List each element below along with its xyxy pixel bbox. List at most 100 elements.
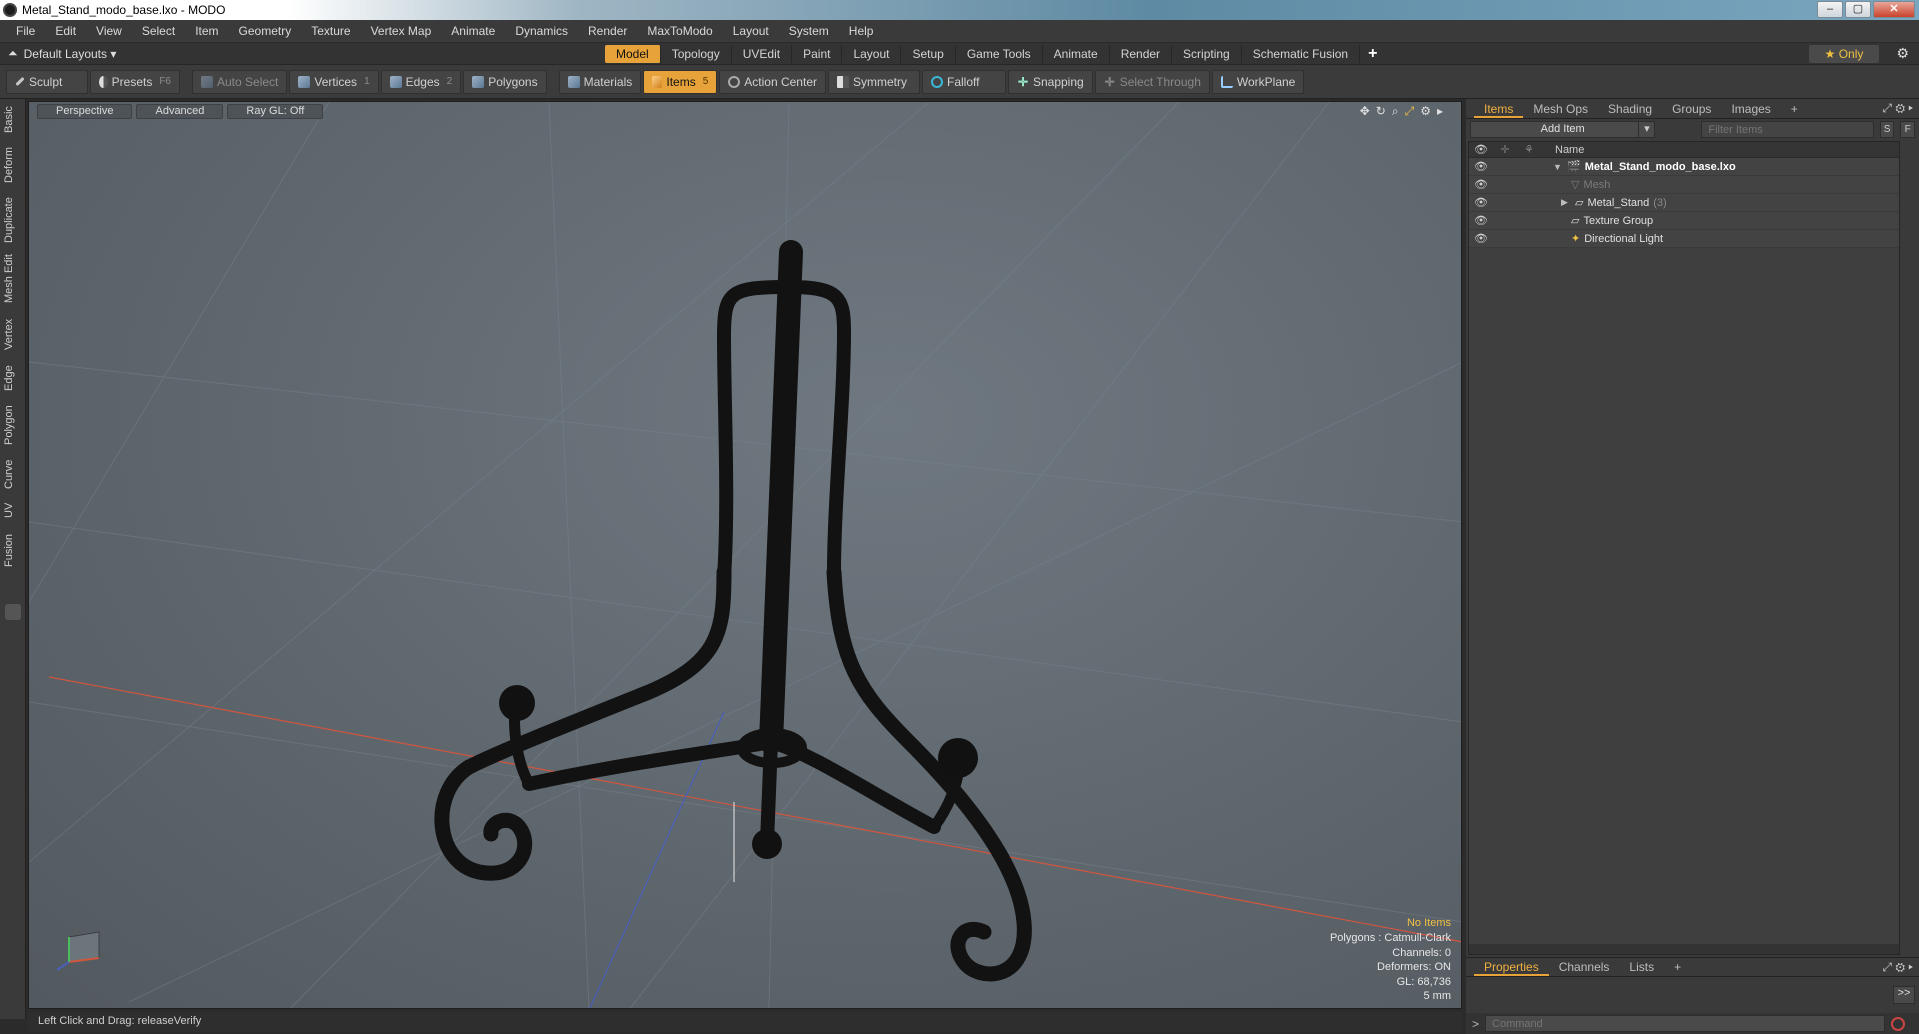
edges-button[interactable]: Edges 2 <box>380 69 462 94</box>
horizontal-scrollbar[interactable] <box>1469 944 1899 954</box>
rotate-icon[interactable]: ↻ <box>1376 104 1386 119</box>
menu-vertex-map[interactable]: Vertex Map <box>361 24 442 38</box>
eye-icon[interactable]: 👁 <box>1469 232 1493 245</box>
collapse-arrow-icon[interactable]: ▼ <box>1553 162 1563 172</box>
tab-channels[interactable]: Channels <box>1549 958 1620 976</box>
menu-render[interactable]: Render <box>578 24 637 38</box>
menu-animate[interactable]: Animate <box>441 24 505 38</box>
eye-icon[interactable]: 👁 <box>1469 178 1493 191</box>
raygl-toggle[interactable]: Ray GL: Off <box>227 104 324 119</box>
tab-properties[interactable]: Properties <box>1474 958 1549 976</box>
expand-arrow-icon[interactable]: ▶ <box>1561 197 1571 208</box>
eye-icon[interactable]: 👁 <box>1469 196 1493 209</box>
zoom-icon[interactable]: ⌕ <box>1392 104 1399 119</box>
filter-items-input[interactable] <box>1701 121 1874 138</box>
layout-selector[interactable]: ⏶ Default Layouts ▾ <box>8 46 116 61</box>
add-tab-button[interactable]: + <box>1360 45 1385 63</box>
maximize-viewport-icon[interactable]: ⤢ <box>1405 104 1415 119</box>
vtab-duplicate[interactable]: Duplicate <box>3 195 23 245</box>
menu-file[interactable]: File <box>6 24 45 38</box>
panel-options-icons[interactable]: ⤢ ⚙ ▸ <box>1882 960 1913 975</box>
eye-icon[interactable]: 👁 <box>1469 214 1493 227</box>
presets-button[interactable]: Presets F6 <box>90 69 180 94</box>
menu-help[interactable]: Help <box>839 24 884 38</box>
menu-edit[interactable]: Edit <box>45 24 86 38</box>
eye-icon[interactable]: 👁 <box>1469 160 1493 173</box>
pan-icon[interactable]: ✥ <box>1360 104 1370 119</box>
items-button[interactable]: Items 5 <box>643 69 718 94</box>
tab-groups[interactable]: Groups <box>1662 100 1721 118</box>
add-tab-button[interactable]: + <box>1664 958 1691 976</box>
strip-toggle-button[interactable] <box>5 604 21 620</box>
vtab-deform[interactable]: Deform <box>3 143 23 187</box>
menu-maxtomodo[interactable]: MaxToModo <box>637 24 722 38</box>
s-toggle-button[interactable]: S <box>1879 121 1895 138</box>
command-input[interactable] <box>1485 1015 1886 1032</box>
only-toggle[interactable]: ★ Only <box>1809 45 1879 63</box>
symmetry-button[interactable]: Symmetry <box>827 69 920 94</box>
tree-row-directional-light[interactable]: 👁 ✦ Directional Light <box>1469 230 1899 248</box>
menu-dynamics[interactable]: Dynamics <box>505 24 578 38</box>
vtab-edge[interactable]: Edge <box>3 361 23 395</box>
gear-icon[interactable]: ⚙ <box>1896 45 1909 62</box>
select-through-button[interactable]: ✛ Select Through <box>1094 69 1210 94</box>
tree-row-mesh[interactable]: 👁 ▽ Mesh <box>1469 176 1899 194</box>
tab-mesh-ops[interactable]: Mesh Ops <box>1523 100 1598 118</box>
tree-row-metal-stand[interactable]: 👁 ▶ ▱ Metal_Stand (3) <box>1469 194 1899 212</box>
menu-view[interactable]: View <box>86 24 132 38</box>
tab-items[interactable]: Items <box>1474 100 1524 118</box>
tab-lists[interactable]: Lists <box>1619 958 1664 976</box>
add-item-dropdown[interactable]: Add Item ▾ <box>1470 121 1656 138</box>
vtab-mesh-edit[interactable]: Mesh Edit <box>3 253 23 305</box>
vtab-basic[interactable]: Basic <box>3 103 23 137</box>
3d-viewport[interactable]: Perspective Advanced Ray GL: Off ✥ ↻ ⌕ ⤢… <box>28 101 1462 1009</box>
tab-model[interactable]: Model <box>605 45 661 63</box>
maximize-button[interactable]: ▢ <box>1845 1 1871 18</box>
menu-item[interactable]: Item <box>185 24 228 38</box>
menu-texture[interactable]: Texture <box>301 24 360 38</box>
close-button[interactable]: ✕ <box>1873 1 1915 18</box>
vtab-polygon[interactable]: Polygon <box>3 401 23 449</box>
vtab-curve[interactable]: Curve <box>3 455 23 493</box>
tab-game-tools[interactable]: Game Tools <box>956 45 1043 63</box>
tab-scripting[interactable]: Scripting <box>1172 45 1242 63</box>
expand-button[interactable]: >> <box>1893 986 1915 1004</box>
view-mode-dropdown[interactable]: Perspective <box>37 104 133 119</box>
tab-topology[interactable]: Topology <box>661 45 732 63</box>
tab-paint[interactable]: Paint <box>792 45 843 63</box>
tree-row-texture-group[interactable]: 👁 ▱ Texture Group <box>1469 212 1899 230</box>
menu-layout[interactable]: Layout <box>723 24 779 38</box>
viewport-settings-icon[interactable]: ⚙ <box>1420 104 1431 119</box>
menu-select[interactable]: Select <box>132 24 185 38</box>
tab-setup[interactable]: Setup <box>901 45 956 63</box>
auto-select-button[interactable]: Auto Select <box>192 69 288 94</box>
vtab-vertex[interactable]: Vertex <box>3 313 23 355</box>
falloff-button[interactable]: Falloff <box>921 69 1006 94</box>
tab-images[interactable]: Images <box>1721 100 1780 118</box>
f-toggle-button[interactable]: F <box>1900 121 1915 138</box>
panel-options-icons[interactable]: ⤢ ⚙ ▸ <box>1882 101 1913 116</box>
tab-schematic-fusion[interactable]: Schematic Fusion <box>1242 45 1361 63</box>
tree-row-scene[interactable]: 👁 ▼ 🎬 Metal_Stand_modo_base.lxo <box>1469 158 1899 176</box>
shading-mode-dropdown[interactable]: Advanced <box>136 104 224 119</box>
vertices-button[interactable]: Vertices 1 <box>289 69 379 94</box>
tab-animate[interactable]: Animate <box>1043 45 1110 63</box>
menu-system[interactable]: System <box>779 24 839 38</box>
minimize-button[interactable]: – <box>1817 1 1843 18</box>
polygons-button[interactable]: Polygons <box>463 69 547 94</box>
add-tab-button[interactable]: + <box>1781 100 1808 118</box>
record-icon[interactable] <box>1891 1016 1906 1031</box>
vtab-fusion[interactable]: Fusion <box>3 529 23 571</box>
menu-geometry[interactable]: Geometry <box>229 24 302 38</box>
tab-render[interactable]: Render <box>1110 45 1173 63</box>
snapping-button[interactable]: ✛ Snapping <box>1007 69 1093 94</box>
viewport-menu-icon[interactable]: ▸ <box>1437 104 1443 119</box>
vertical-scrollbar[interactable] <box>1907 141 1917 955</box>
tab-shading[interactable]: Shading <box>1598 100 1662 118</box>
tab-layout[interactable]: Layout <box>842 45 902 63</box>
materials-button[interactable]: Materials <box>558 69 642 94</box>
sculpt-button[interactable]: Sculpt <box>6 69 88 94</box>
tab-uvedit[interactable]: UVEdit <box>732 45 793 63</box>
action-center-button[interactable]: Action Center <box>719 69 826 94</box>
vtab-uv[interactable]: UV <box>3 499 23 521</box>
